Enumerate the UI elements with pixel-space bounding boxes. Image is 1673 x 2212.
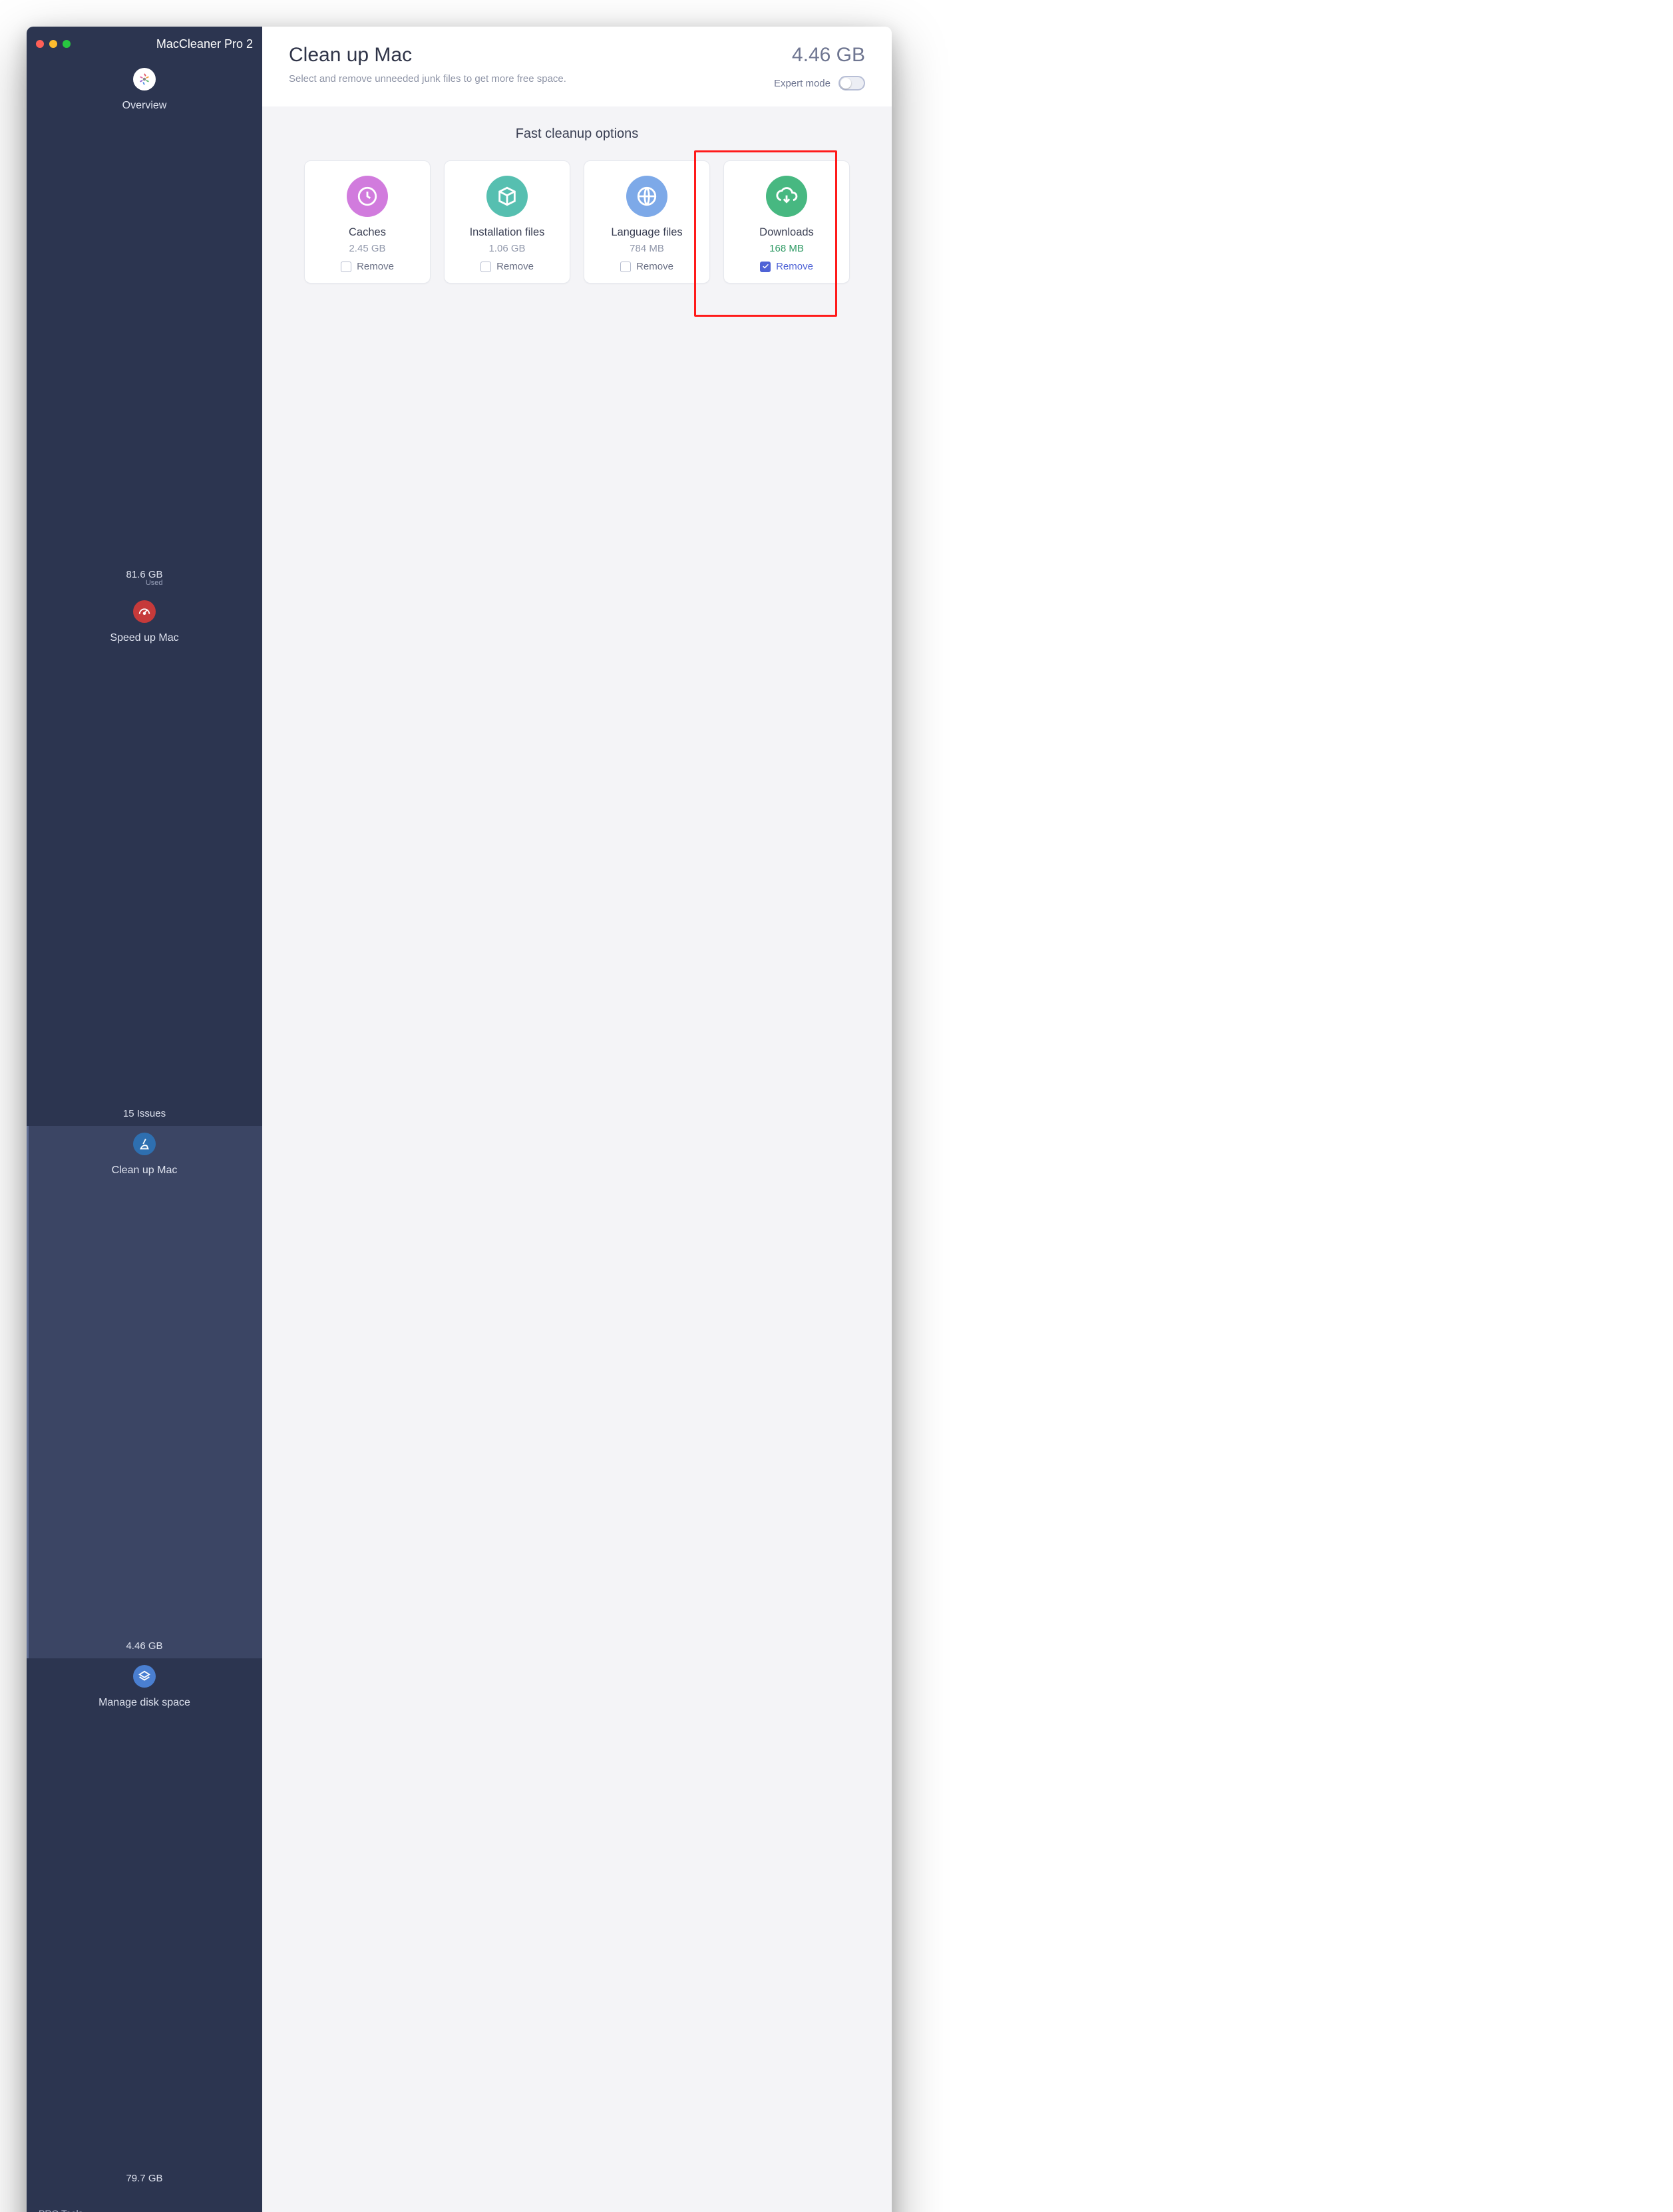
app-title: MacCleaner Pro 2	[156, 37, 253, 51]
card-size: 2.45 GB	[314, 243, 421, 254]
sidebar-item-meta: 81.6 GB Used	[126, 569, 162, 587]
content-area: Fast cleanup options Caches 2.45 GB Remo…	[262, 106, 892, 2212]
close-window-icon[interactable]	[36, 40, 44, 48]
total-size: 4.46 GB	[774, 44, 865, 67]
sidebar-item-label: Speed up Mac	[110, 632, 178, 1099]
card-downloads[interactable]: Downloads 168 MB Remove	[723, 160, 850, 283]
remove-label: Remove	[776, 261, 813, 272]
sidebar-item-cleanup[interactable]: Clean up Mac 4.46 GB	[27, 1126, 262, 1658]
sidebar-item-meta: 4.46 GB	[126, 1640, 162, 1652]
speedometer-icon	[133, 600, 156, 623]
card-size: 168 MB	[733, 243, 840, 254]
sidebar-item-meta: 15 Issues	[123, 1108, 166, 1119]
package-icon	[486, 176, 528, 217]
card-remove-row[interactable]: Remove	[454, 261, 560, 272]
checkbox-icon	[480, 262, 491, 272]
titlebar: MacCleaner Pro 2	[27, 27, 262, 61]
remove-label: Remove	[496, 261, 534, 272]
checkbox-checked-icon	[760, 262, 771, 272]
main-panel: Clean up Mac Select and remove unneeded …	[262, 27, 892, 2212]
card-size: 784 MB	[594, 243, 700, 254]
remove-label: Remove	[636, 261, 673, 272]
overview-icon	[133, 68, 156, 91]
card-size: 1.06 GB	[454, 243, 560, 254]
card-remove-row[interactable]: Remove	[594, 261, 700, 272]
checkbox-icon	[341, 262, 351, 272]
card-title: Installation files	[454, 226, 560, 239]
sidebar-item-meta: 79.7 GB	[126, 2173, 162, 2184]
sidebar-item-manage[interactable]: Manage disk space 79.7 GB	[27, 1658, 262, 2191]
card-title: Downloads	[733, 226, 840, 239]
card-installation-files[interactable]: Installation files 1.06 GB Remove	[444, 160, 570, 283]
disk-stack-icon	[133, 1665, 156, 1688]
globe-icon	[626, 176, 667, 217]
cleanup-cards: Caches 2.45 GB Remove Installation files…	[289, 160, 865, 283]
sidebar-item-label: Manage disk space	[98, 1697, 190, 2163]
clock-icon	[347, 176, 388, 217]
card-remove-row[interactable]: Remove	[733, 261, 840, 272]
app-window: MacCleaner Pro 2 Overview 81.6 GB Used S…	[27, 27, 892, 2212]
page-subtitle: Select and remove unneeded junk files to…	[289, 73, 761, 85]
card-title: Caches	[314, 226, 421, 239]
page-title: Clean up Mac	[289, 44, 761, 67]
sidebar-item-label: Clean up Mac	[112, 1165, 178, 1631]
sidebar: MacCleaner Pro 2 Overview 81.6 GB Used S…	[27, 27, 262, 2212]
zoom-window-icon[interactable]	[63, 40, 71, 48]
sidebar-item-speedup[interactable]: Speed up Mac 15 Issues	[27, 594, 262, 1126]
card-title: Language files	[594, 226, 700, 239]
cloud-download-icon	[766, 176, 807, 217]
main-header: Clean up Mac Select and remove unneeded …	[262, 27, 892, 106]
fast-cleanup-title: Fast cleanup options	[289, 126, 865, 142]
expert-mode-toggle[interactable]	[838, 76, 865, 91]
card-remove-row[interactable]: Remove	[314, 261, 421, 272]
card-language-files[interactable]: Language files 784 MB Remove	[584, 160, 710, 283]
sidebar-section-pro: PRO Tools	[27, 2196, 262, 2212]
sidebar-item-overview[interactable]: Overview 81.6 GB Used	[27, 61, 262, 594]
card-caches[interactable]: Caches 2.45 GB Remove	[304, 160, 431, 283]
expert-mode-label: Expert mode	[774, 78, 831, 89]
minimize-window-icon[interactable]	[49, 40, 57, 48]
remove-label: Remove	[357, 261, 394, 272]
sidebar-item-label: Overview	[122, 100, 167, 560]
broom-icon	[133, 1133, 156, 1155]
window-controls	[36, 40, 71, 48]
checkbox-icon	[620, 262, 631, 272]
